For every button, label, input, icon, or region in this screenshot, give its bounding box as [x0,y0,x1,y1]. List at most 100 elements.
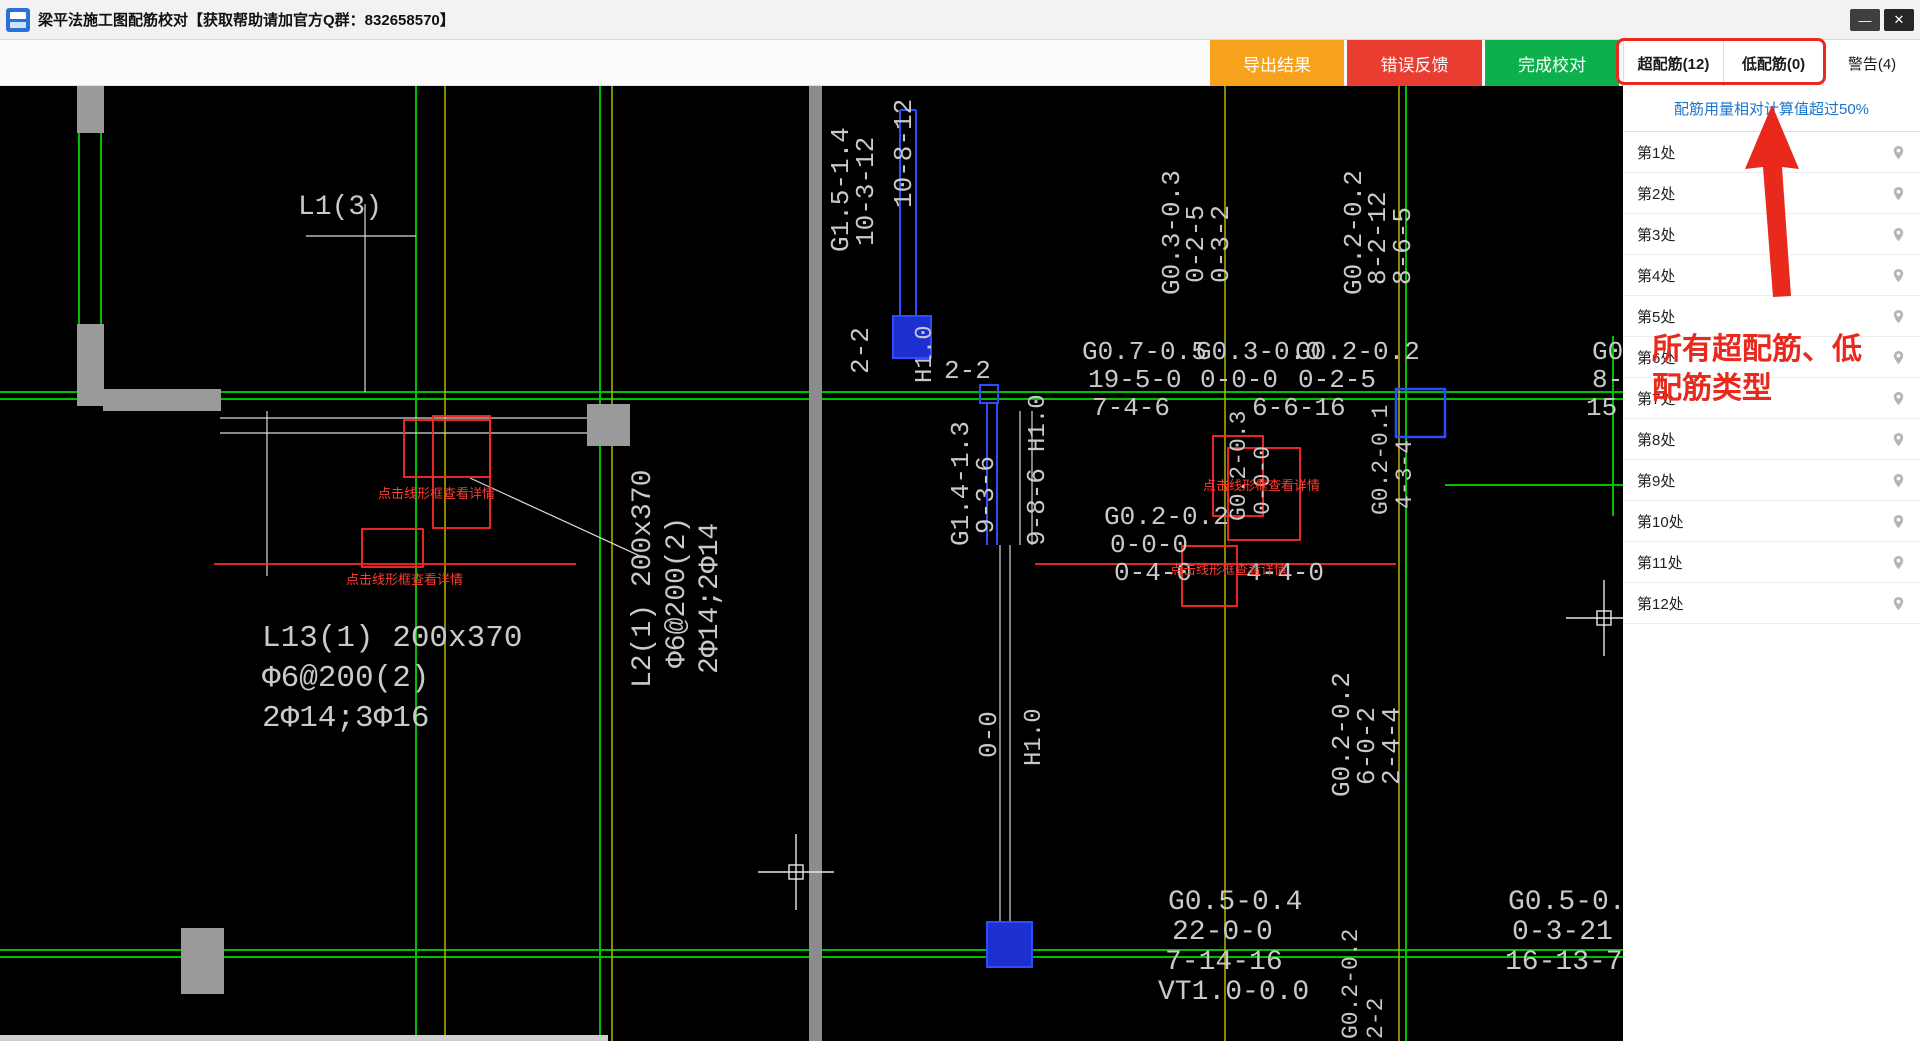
result-item-12[interactable]: 第12处 [1623,583,1920,624]
tab-warning[interactable]: 警告(4) [1823,40,1920,86]
complete-check-button[interactable]: 完成校对 [1485,40,1619,86]
location-pin-icon[interactable] [1891,473,1906,488]
cad-text-label: H1.0 [912,325,939,383]
cad-text-label: 19-5-0 [1088,365,1182,395]
result-item-label: 第11处 [1637,554,1683,572]
cad-text-label: L13(1) 200x370 [262,621,522,656]
location-pin-icon[interactable] [1891,555,1906,570]
results-panel: 配筋用量相对计算值超过50% 第1处 第2处 第3处 第4处 第5处 第6处 第… [1623,86,1920,1041]
cad-text-label: 点击线形框查看详情 [346,572,463,588]
result-item-label: 第10处 [1637,513,1684,531]
result-item-label: 第8处 [1637,431,1676,449]
result-item-1[interactable]: 第1处 [1623,132,1920,173]
cad-text-label: G0.2-0.3 [1226,411,1252,521]
close-button[interactable]: ✕ [1884,9,1914,31]
result-item-2[interactable]: 第2处 [1623,173,1920,214]
location-pin-icon[interactable] [1891,145,1906,160]
cad-text-label: 22-0-0 [1172,917,1273,948]
cad-text-label: L2(1) 200x370 [628,470,659,688]
cad-text-label: 2Φ14;3Φ16 [262,701,429,736]
cad-text-label: 6-6-16 [1252,393,1346,423]
minimize-button[interactable]: — [1850,9,1880,31]
cad-text-label: 2-4-4 [1377,707,1407,785]
result-item-8[interactable]: 第8处 [1623,419,1920,460]
result-item-7[interactable]: 第7处 [1623,378,1920,419]
toolbar: 导出结果 错误反馈 完成校对 超配筋(12) 低配筋(0) 警告(4) [0,40,1920,86]
result-item-4[interactable]: 第4处 [1623,255,1920,296]
location-pin-icon[interactable] [1891,514,1906,529]
cad-text-label: 2-2 [1363,998,1389,1039]
cad-text-label: G0.7-0.5 [1082,337,1207,367]
cad-text-label: G0.2-0.2 [1295,337,1420,367]
cad-text-label: 0-3-2 [1206,205,1236,283]
app-icon [6,7,30,32]
cad-text-label: 点击线形框查看详情 [1203,478,1320,494]
cad-text-label: 16-13-7 [1505,947,1623,978]
cad-text-label: 0-0-0 [1200,365,1278,395]
cad-text-label: 10-3-12 [851,137,881,246]
error-feedback-button[interactable]: 错误反馈 [1347,40,1482,86]
wall-divider [809,86,822,1041]
result-item-10[interactable]: 第10处 [1623,501,1920,542]
result-item-11[interactable]: 第11处 [1623,542,1920,583]
result-item-label: 第12处 [1637,595,1684,613]
export-results-button[interactable]: 导出结果 [1210,40,1344,86]
cad-text-label: 7-4-6 [1092,393,1170,423]
tab-over-reinforcement[interactable]: 超配筋(12) [1623,40,1723,86]
location-pin-icon[interactable] [1891,391,1906,406]
result-item-3[interactable]: 第3处 [1623,214,1920,255]
cad-text-label: 2-2 [846,327,876,374]
location-pin-icon[interactable] [1891,432,1906,447]
cad-text-label: 0-0 [974,711,1004,758]
result-item-label: 第9处 [1637,472,1676,490]
result-item-label: 第5处 [1637,308,1676,326]
cad-text-label: G0.5-0.4 [1168,887,1302,918]
cad-text-label: 0-0-0 [1110,530,1188,560]
cad-text-label: H1.0 [1021,708,1048,766]
titlebar: 梁平法施工图配筋校对【获取帮助请加官方Q群：832658570】 — ✕ [0,0,1920,40]
cad-text-label: 8- [1592,365,1623,395]
cad-text-label: 4-3-4 [1392,440,1418,509]
location-pin-icon[interactable] [1891,186,1906,201]
cad-text-label: L1(3) [298,192,382,223]
cad-text-label: 点击线形框查看详情 [378,486,495,502]
cad-text-label: 点击线形框查看详情 [1170,562,1287,578]
bottom-wall-strip [0,1035,608,1041]
cad-text-label: G0.2-0.2 [1104,502,1229,532]
cad-text-label: 7-14-16 [1165,947,1283,978]
result-item-label: 第7处 [1637,390,1676,408]
window-title: 梁平法施工图配筋校对【获取帮助请加官方Q群：832658570】 [38,12,455,29]
location-pin-icon[interactable] [1891,596,1906,611]
location-pin-icon[interactable] [1891,309,1906,324]
cad-text-label: Φ6@200(2) [262,661,429,696]
tab-under-reinforcement[interactable]: 低配筋(0) [1723,40,1823,86]
cad-text-label: Φ6@200(2) [662,517,693,668]
result-item-label: 第3处 [1637,226,1676,244]
result-item-6[interactable]: 第6处 [1623,337,1920,378]
result-item-label: 第1处 [1637,144,1676,162]
cad-text-label: 9-3-6 [971,456,1001,534]
cad-text-label: 0-2-5 [1298,365,1376,395]
cad-text-label: 15 [1586,393,1617,423]
location-pin-icon[interactable] [1891,227,1906,242]
cad-text-label: 9-8-6 [1022,468,1052,546]
cad-text-label: H1.0 [1025,394,1052,452]
cad-text-label: G0.2-0.1 [1368,405,1394,515]
cad-text-label: 10-8-12 [889,99,919,208]
cad-text-label: 0-3-21 [1512,917,1613,948]
cad-text-label: 2-2 [944,356,991,386]
cad-text-label: G0.2-0.2 [1338,929,1364,1039]
window-controls: — ✕ [1850,9,1914,31]
cad-text-label: VT1.0-0.0 [1158,977,1309,1008]
cad-text-label: 2Φ14;2Φ14 [695,523,726,674]
cad-drawing-canvas[interactable]: L1(3) L13(1) 200x370 Φ6@200(2) 2Φ14;3Φ16 L2(… [0,86,1623,1041]
cad-text-label: 8-6-5 [1388,207,1418,285]
result-item-9[interactable]: 第9处 [1623,460,1920,501]
result-item-label: 第2处 [1637,185,1676,203]
result-item-label: 第4处 [1637,267,1676,285]
result-item-label: 第6处 [1637,349,1676,367]
result-item-5[interactable]: 第5处 [1623,296,1920,337]
location-pin-icon[interactable] [1891,350,1906,365]
location-pin-icon[interactable] [1891,268,1906,283]
result-category-link[interactable]: 配筋用量相对计算值超过50% [1623,86,1920,132]
